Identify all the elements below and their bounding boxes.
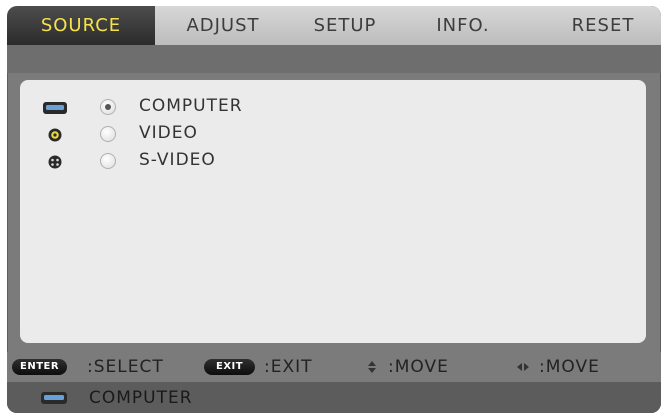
- s-video-port-icon: [48, 155, 62, 169]
- projector-osd-menu: SOURCE ADJUST SETUP INFO. RESET COMPUTER…: [7, 6, 661, 413]
- exit-key-badge: EXIT: [204, 359, 256, 375]
- source-radio-video[interactable]: [100, 126, 116, 142]
- key-help-bar: ENTER :SELECT EXIT :EXIT :MOVE :MOVE: [7, 352, 661, 382]
- current-source-label: COMPUTER: [89, 388, 193, 408]
- move-vertical-help-text: :MOVE: [388, 357, 449, 377]
- move-horizontal-help-text: :MOVE: [539, 357, 600, 377]
- source-option-computer[interactable]: COMPUTER: [20, 96, 646, 122]
- source-radio-computer[interactable]: [100, 99, 116, 115]
- exit-help-text: :EXIT: [264, 357, 313, 377]
- tab-setup[interactable]: SETUP: [297, 6, 393, 45]
- source-radio-s-video[interactable]: [100, 153, 116, 169]
- menu-tab-bar: SOURCE ADJUST SETUP INFO. RESET: [7, 6, 661, 45]
- source-label-video[interactable]: VIDEO: [139, 123, 198, 143]
- source-list-panel: COMPUTER VIDEO S-VIDEO: [20, 80, 646, 343]
- source-label-computer[interactable]: COMPUTER: [139, 96, 243, 116]
- computer-port-icon: [43, 102, 67, 114]
- tab-source[interactable]: SOURCE: [7, 6, 155, 45]
- video-port-icon: [48, 128, 62, 142]
- current-source-status-bar: COMPUTER: [7, 382, 661, 413]
- tab-adjust[interactable]: ADJUST: [167, 6, 279, 45]
- tab-info[interactable]: INFO.: [421, 6, 505, 45]
- source-option-video[interactable]: VIDEO: [20, 123, 646, 149]
- select-help-text: :SELECT: [87, 357, 164, 377]
- submenu-bar: [7, 45, 661, 73]
- enter-key-badge: ENTER: [12, 359, 68, 375]
- up-down-arrow-icon: [368, 361, 376, 373]
- computer-port-icon: [41, 392, 67, 404]
- source-label-s-video[interactable]: S-VIDEO: [139, 150, 216, 170]
- left-right-arrow-icon: [517, 363, 529, 371]
- tab-reset[interactable]: RESET: [555, 6, 651, 45]
- source-option-s-video[interactable]: S-VIDEO: [20, 150, 646, 176]
